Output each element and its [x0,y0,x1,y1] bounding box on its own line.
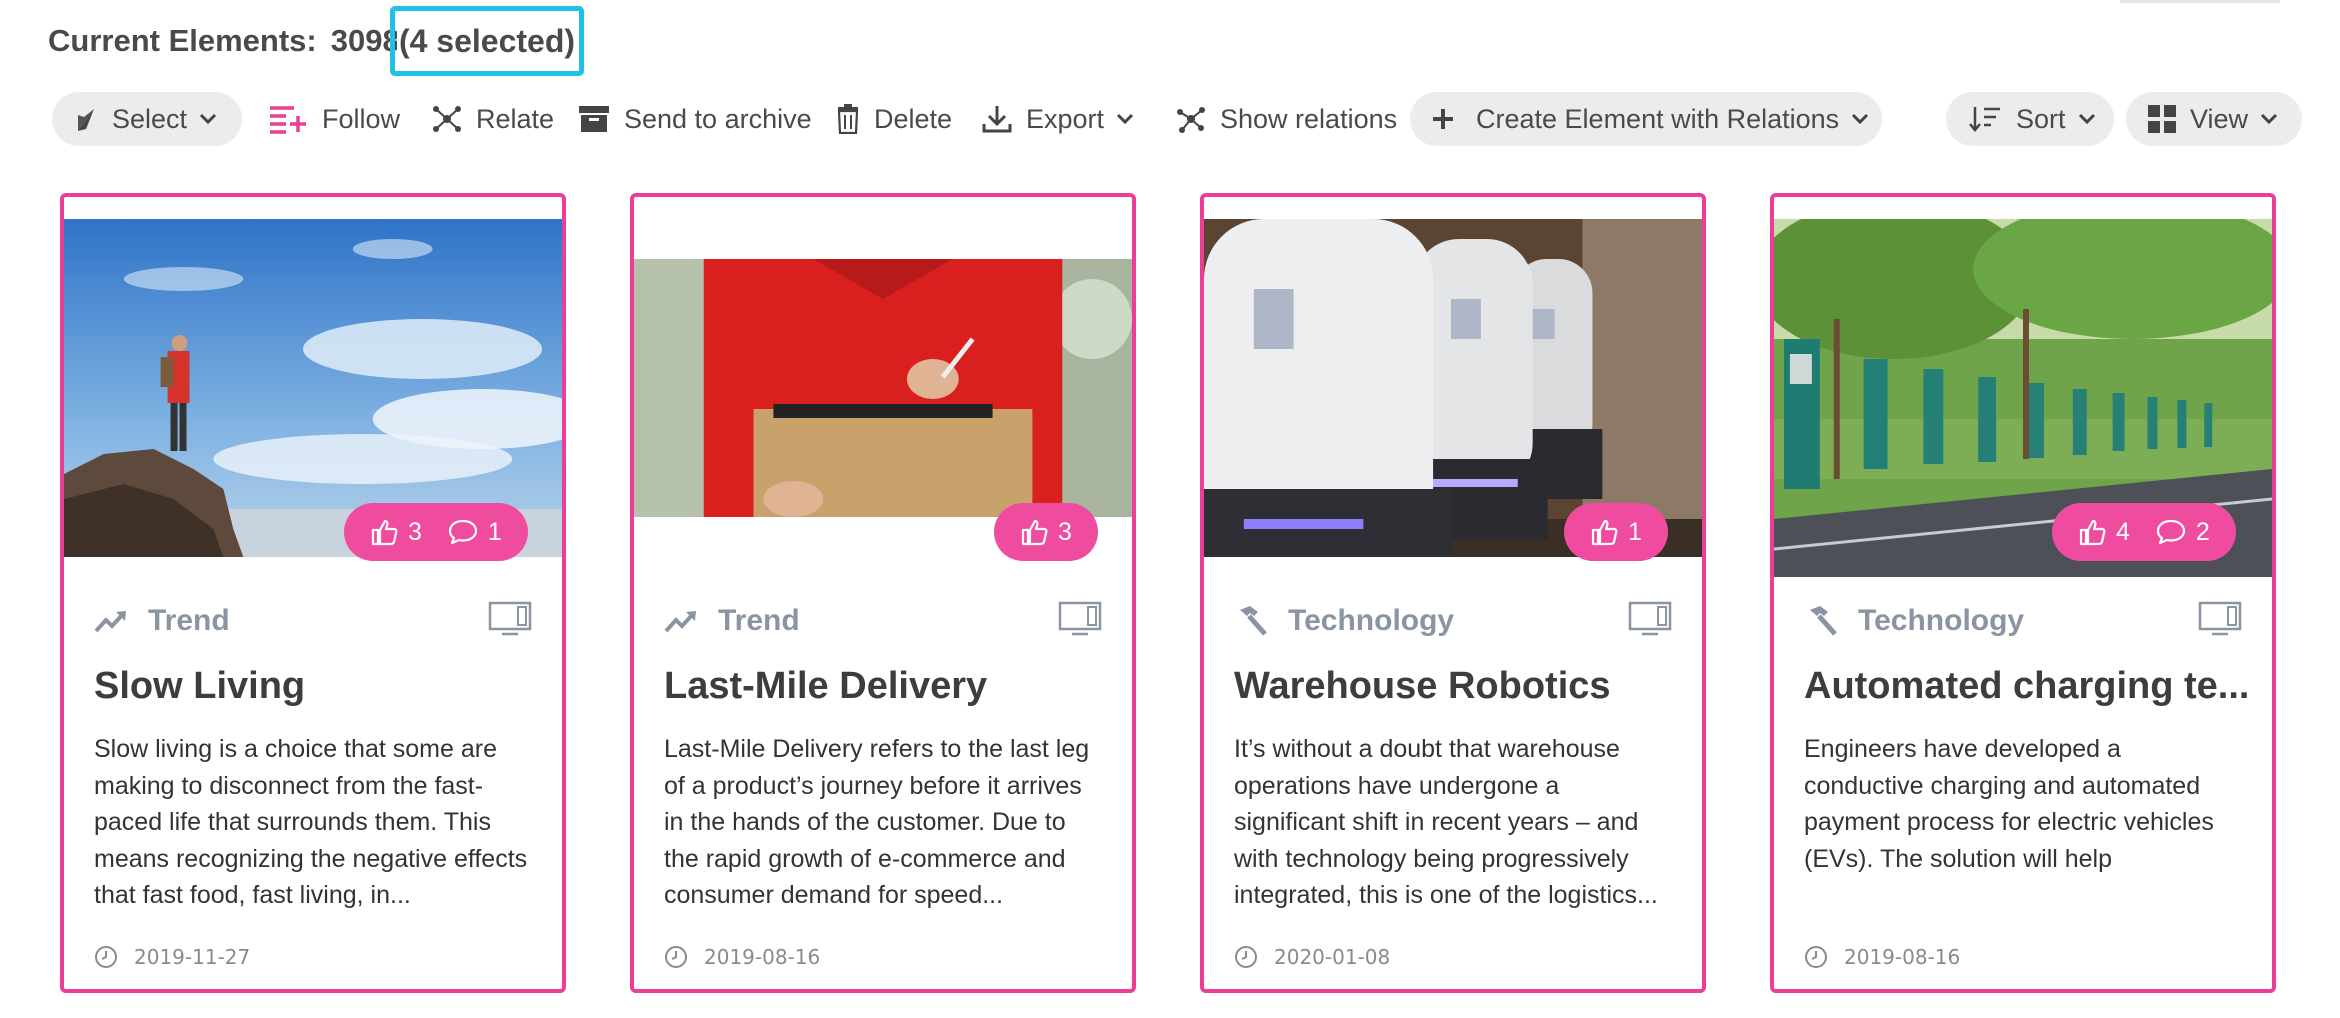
element-count-header: Current Elements: 3098 [48,18,397,64]
archive-label: Send to archive [624,103,812,134]
hammer-icon [1234,601,1274,641]
card-title[interactable]: Automated charging te... [1804,665,2250,708]
selected-count: (4 selected) [398,22,576,59]
category-label: Trend [718,604,800,637]
thumbs-up-icon [1021,519,1048,546]
comments-count: 2 [2195,517,2210,546]
delete-label: Delete [874,103,953,134]
device-preview-icon[interactable] [1058,601,1102,642]
grid-view-icon [2148,105,2176,133]
likes-count: 1 [1628,517,1642,546]
follow-button[interactable]: Follow [268,92,400,146]
chevron-down-icon [2260,113,2278,125]
card-description: Slow living is a choice that some are ma… [94,735,528,909]
element-card[interactable]: 4 2 Technology Automated charging te... … [1770,193,2276,993]
comments-count: 1 [487,517,502,546]
date-value: 2019-11-27 [134,945,251,969]
card-title[interactable]: Slow Living [94,665,540,708]
element-card[interactable]: 1 Technology Warehouse Robotics It’s wit… [1200,193,1706,993]
sort-label: Sort [2016,103,2066,134]
chevron-down-icon [1116,113,1134,125]
show-relations-label: Show relations [1220,103,1398,134]
clock-icon [665,946,687,968]
likes-count: 3 [1058,517,1072,546]
element-card[interactable]: 3 Trend Last-Mile Delivery Last-Mile Del… [630,193,1136,993]
relate-icon [433,106,461,132]
trash-icon [837,104,859,134]
card-description: It’s without a doubt that warehouse oper… [1234,735,1658,909]
export-dropdown[interactable]: Export [982,92,1134,146]
clock-icon [1235,946,1257,968]
chevron-down-icon [2078,113,2095,125]
card-category: Trend [94,601,532,641]
archive-icon [579,106,609,132]
view-dropdown[interactable]: View [2126,92,2302,146]
card-image [634,259,1132,517]
card-category: Technology [1234,601,1672,641]
delete-button[interactable]: Delete [836,92,952,146]
card-title[interactable]: Warehouse Robotics [1234,665,1680,708]
sort-dropdown[interactable]: Sort [1946,92,2114,146]
reactions-badge: 3 1 [344,503,528,561]
date-value: 2019-08-16 [1844,945,1961,969]
card-category: Technology [1804,601,2242,641]
card-category: Trend [664,601,1102,641]
trend-icon [664,601,704,641]
divider [2120,0,2280,3]
cursor-icon [78,109,94,131]
element-count: 3098 [330,23,397,58]
relate-label: Relate [476,103,555,134]
card-date: 2020-01-08 [1234,945,1390,969]
view-label: View [2190,103,2249,134]
thumbs-up-icon [2079,519,2106,546]
likes-count: 4 [2116,517,2130,546]
reactions-badge: 3 [994,503,1098,561]
date-value: 2019-08-16 [704,945,821,969]
reactions-badge: 1 [1564,503,1668,561]
chevron-down-icon [199,113,217,125]
toolbar: Select Follow Relate Send to archive Del… [52,92,2302,146]
device-preview-icon[interactable] [2198,601,2242,642]
category-label: Trend [148,604,230,637]
trend-icon [94,601,134,641]
date-value: 2020-01-08 [1274,945,1391,969]
card-title[interactable]: Last-Mile Delivery [664,665,1110,708]
clock-icon [1805,946,1827,968]
thumbs-up-icon [371,519,398,546]
export-label: Export [1026,103,1105,134]
download-icon [982,106,1012,133]
selected-count-highlight: (4 selected) [390,6,584,76]
select-label: Select [112,103,188,134]
device-preview-icon[interactable] [488,601,532,642]
select-dropdown[interactable]: Select [52,92,242,146]
comment-icon [448,519,478,545]
clock-icon [95,946,117,968]
chevron-down-icon [1852,113,1869,125]
device-preview-icon[interactable] [1628,601,1672,642]
category-label: Technology [1858,604,2025,637]
send-to-archive-button[interactable]: Send to archive [578,92,812,146]
likes-count: 3 [408,517,422,546]
network-icon [1177,107,1205,133]
element-card[interactable]: 3 1 Trend Slow Living Slow living is a c… [60,193,566,993]
card-date: 2019-08-16 [1804,945,1960,969]
current-elements-label: Current Elements: [48,23,317,58]
card-description: Engineers have developed a conductive ch… [1804,735,2214,873]
create-element-label: Create Element with Relations [1476,103,1840,134]
show-relations-button[interactable]: Show relations [1176,92,1397,146]
follow-label: Follow [322,103,401,134]
card-date: 2019-11-27 [94,945,250,969]
relate-button[interactable]: Relate [432,92,554,146]
plus-icon [1433,109,1453,129]
create-element-dropdown[interactable]: Create Element with Relations [1410,92,1882,146]
thumbs-up-icon [1591,519,1618,546]
card-description: Last-Mile Delivery refers to the last le… [664,735,1090,909]
comment-icon [2156,519,2186,545]
card-date: 2019-08-16 [664,945,820,969]
sort-icon [1969,107,2000,132]
follow-icon [270,106,306,134]
hammer-icon [1804,601,1844,641]
reactions-badge: 4 2 [2052,503,2236,561]
category-label: Technology [1288,604,1455,637]
